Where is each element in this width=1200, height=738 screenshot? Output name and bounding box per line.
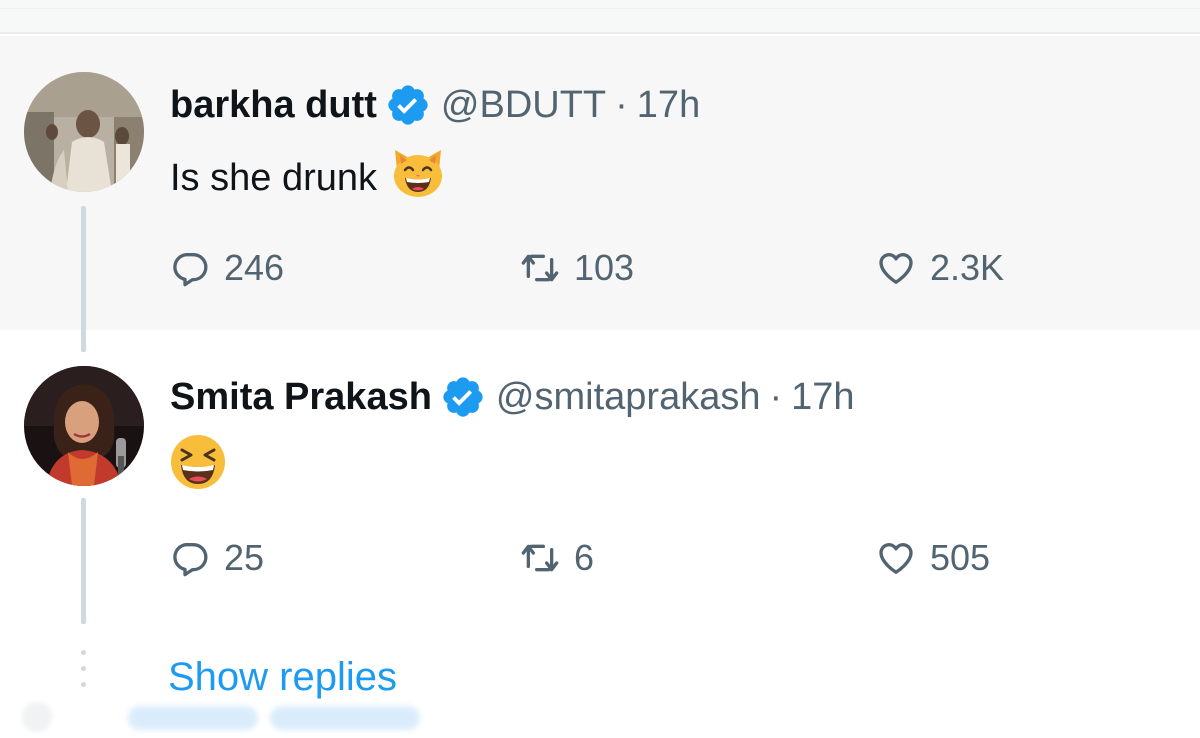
retweet-count: 103 [574,247,635,288]
tweet-actions: 246 103 2.3K [170,244,1070,292]
retweet-button[interactable]: 6 [520,534,594,582]
like-button[interactable]: 2.3K [876,244,1004,292]
tweet-text: Is she drunk [170,148,445,208]
thread-connector [81,206,86,352]
avatar[interactable] [24,366,144,486]
separator-dot: · [769,376,783,418]
retweet-icon [521,254,559,282]
user-handle[interactable]: @smitaprakash [496,375,761,419]
tweet-header: Smita Prakash @smitaprakash · 17h [170,374,855,420]
retweet-button[interactable]: 103 [520,244,634,292]
reply-count: 246 [224,247,285,288]
tweet-actions: 25 6 505 [170,534,1070,582]
user-handle[interactable]: @BDUTT [441,83,606,127]
show-replies-link[interactable]: Show replies [168,652,397,702]
tweet-barkha[interactable]: barkha dutt @BDUTT · 17h Is she drunk 24… [0,36,1200,330]
top-divider [0,0,1200,34]
next-reply-avatar [22,702,52,732]
tweet-text [170,434,226,500]
separator-dot: · [615,84,628,126]
tweet-smita[interactable]: Smita Prakash @smitaprakash · 17h 25 6 5… [0,330,1200,620]
reply-button[interactable]: 25 [170,534,264,582]
display-name[interactable]: barkha dutt [170,83,377,127]
reply-count: 25 [224,537,265,578]
timestamp[interactable]: 17h [791,375,854,419]
like-count: 2.3K [930,247,1005,288]
reply-icon [173,253,208,287]
tweet-text-content: Is she drunk [170,157,377,199]
display-name[interactable]: Smita Prakash [170,375,432,419]
avatar[interactable] [24,72,144,192]
laughing-face-icon [170,434,226,500]
like-button[interactable]: 505 [876,534,990,582]
retweet-icon [521,544,559,572]
heart-icon [879,543,913,574]
thread-dots [81,650,86,698]
reply-icon [173,543,208,577]
timestamp[interactable]: 17h [637,83,700,127]
grinning-cat-icon [391,148,445,208]
like-count: 505 [930,537,991,578]
heart-icon [879,253,913,284]
next-reply-preview [128,706,258,730]
retweet-count: 6 [574,537,595,578]
thread-connector [81,498,86,624]
tweet-header: barkha dutt @BDUTT · 17h [170,82,700,128]
verified-badge-icon [443,377,483,417]
verified-badge-icon [388,85,428,125]
next-reply-preview [270,706,420,730]
reply-button[interactable]: 246 [170,244,284,292]
